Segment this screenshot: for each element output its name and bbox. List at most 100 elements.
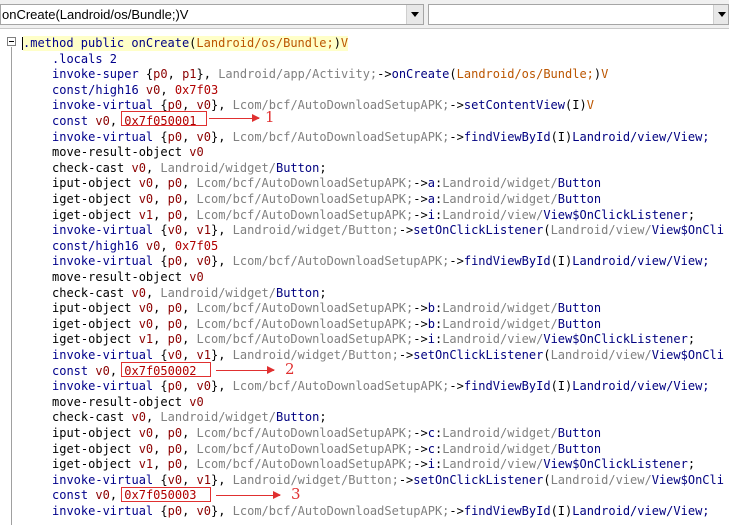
code-token: b [427,301,435,316]
code-line[interactable]: iget-object v0, p0, Lcom/bcf/AutoDownloa… [52,317,601,332]
code-token: -> [413,207,428,222]
code-token: -> [377,67,392,82]
code-line[interactable]: invoke-virtual {p0, v0}, Lcom/bcf/AutoDo… [52,379,710,394]
code-token: move-result-object [52,394,190,409]
code-token: Landroid/widget/ [160,410,276,425]
code-token: , [153,176,168,191]
code-token: Button [557,426,602,440]
code-token: , [145,160,161,175]
method-selector-dropdown-button[interactable] [406,5,423,24]
code-line[interactable]: iget-object v0, p0, Lcom/bcf/AutoDownloa… [52,192,601,207]
code-token: Landroid/view/ [442,457,544,472]
highlight-box-3 [121,487,211,502]
code-line[interactable]: invoke-virtual {v0, v1}, Landroid/widget… [52,348,724,363]
code-line[interactable]: move-result-object v0 [52,395,204,410]
code-line[interactable]: invoke-virtual {p0, v0}, Lcom/bcf/AutoDo… [52,504,710,519]
code-token: invoke-virtual [52,379,161,394]
code-line[interactable]: iget-object v1, p0, Lcom/bcf/AutoDownloa… [52,457,695,472]
code-line[interactable]: iput-object v0, p0, Lcom/bcf/AutoDownloa… [52,176,601,191]
code-token: v0 [138,301,154,316]
code-token: Lcom/bcf/AutoDownloadSetupAPK; [196,457,414,472]
code-line[interactable]: .method public onCreate(Landroid/os/Bund… [23,36,349,51]
code-token: invoke-virtual [52,472,161,487]
code-token: iput-object [52,426,139,440]
code-token: p0 [167,426,183,440]
code-token: ( [449,67,457,82]
code-token: Landroid/view/View; [572,129,710,144]
class-selector-dropdown-button[interactable] [713,5,728,24]
code-line[interactable]: move-result-object v0 [52,145,204,160]
code-token: ; [319,410,327,425]
code-line[interactable]: check-cast v0, Landroid/widget/Button; [52,410,327,425]
code-line[interactable]: move-result-object v0 [52,270,204,285]
code-line[interactable]: const/high16 v0, 0x7f03 [52,83,218,98]
code-token: .locals 2 [52,51,118,66]
fold-collapse-icon[interactable] [7,37,16,46]
code-token: Button [557,192,602,206]
code-line[interactable]: invoke-virtual {p0, v0}, Lcom/bcf/AutoDo… [52,254,710,269]
code-token: , [182,316,197,331]
code-token: invoke-virtual [52,223,161,238]
code-token: invoke-super [52,67,146,82]
code-token: v0 [196,504,211,518]
code-token: c [427,441,435,456]
code-token: , [153,301,168,316]
code-token: { [160,472,168,487]
code-token: ; [319,285,327,300]
code-token: Lcom/bcf/AutoDownloadSetupAPK; [232,254,450,269]
code-token: .method public [23,36,132,50]
code-token: }, [210,348,233,362]
annotation-label-3: 3 [291,485,301,503]
code-token: , [153,316,168,331]
class-selector[interactable] [428,4,729,25]
code-token: { [160,504,168,518]
code-token: Landroid/widget/Button; [232,348,399,362]
code-line[interactable]: iget-object v1, p0, Lcom/bcf/AutoDownloa… [52,332,695,347]
code-token: b [427,316,435,331]
code-token: const [52,114,96,128]
code-token: v1 [138,207,154,222]
code-token: Lcom/bcf/AutoDownloadSetupAPK; [196,316,414,331]
code-line[interactable]: iget-object v1, p0, Lcom/bcf/AutoDownloa… [52,208,695,223]
arrow-1 [209,114,260,122]
code-line[interactable]: check-cast v0, Landroid/widget/Button; [52,161,327,176]
code-token: -> [449,379,464,394]
code-token: ; [319,160,327,175]
code-token: { [160,348,168,362]
code-line[interactable]: check-cast v0, Landroid/widget/Button; [52,286,327,301]
code-line[interactable]: .locals 2 [52,52,117,67]
code-token: Landroid/widget/ [442,192,558,206]
code-token: -> [398,223,414,238]
code-line[interactable]: iput-object v0, p0, Lcom/bcf/AutoDownloa… [52,301,601,316]
code-line[interactable]: iput-object v0, p0, Lcom/bcf/AutoDownloa… [52,426,601,441]
code-token: v0 [196,379,211,394]
code-token: p0 [167,504,183,518]
code-token: Landroid/widget/ [442,301,558,316]
code-token: (I) [550,504,573,518]
code-token: -> [449,98,464,113]
code-token: , [153,457,168,472]
code-line[interactable]: const/high16 v0, 0x7f05 [52,239,218,254]
code-token: , [153,192,168,206]
code-line[interactable]: invoke-virtual {v0, v1}, Landroid/widget… [52,473,724,488]
code-editor[interactable]: .method public onCreate(Landroid/os/Bund… [0,29,729,525]
code-token: v1 [138,457,154,472]
code-line[interactable]: invoke-virtual {v0, v1}, Landroid/widget… [52,223,724,238]
code-token: (I) [550,254,573,269]
code-token: p0 [167,192,183,206]
code-token: setOnClickListener [413,348,544,362]
code-token: , [182,426,197,440]
code-token: Landroid/view/View; [572,254,710,269]
code-token: -> [398,472,414,487]
code-line[interactable]: invoke-virtual {p0, v0}, Lcom/bcf/AutoDo… [52,130,710,145]
code-token: v0 [145,82,161,97]
code-token: Landroid/app/Activity; [218,67,378,82]
code-token: , [153,332,168,347]
toolbar: onCreate(Landroid/os/Bundle;)V [0,0,729,29]
method-selector[interactable]: onCreate(Landroid/os/Bundle;)V [0,4,424,25]
code-line[interactable]: invoke-super {p0, p1}, Landroid/app/Acti… [52,67,608,82]
code-token: -> [413,426,428,440]
code-token: findViewById [463,254,551,269]
code-line[interactable]: iget-object v0, p0, Lcom/bcf/AutoDownloa… [52,442,601,457]
code-token: Lcom/bcf/AutoDownloadSetupAPK; [232,504,450,518]
